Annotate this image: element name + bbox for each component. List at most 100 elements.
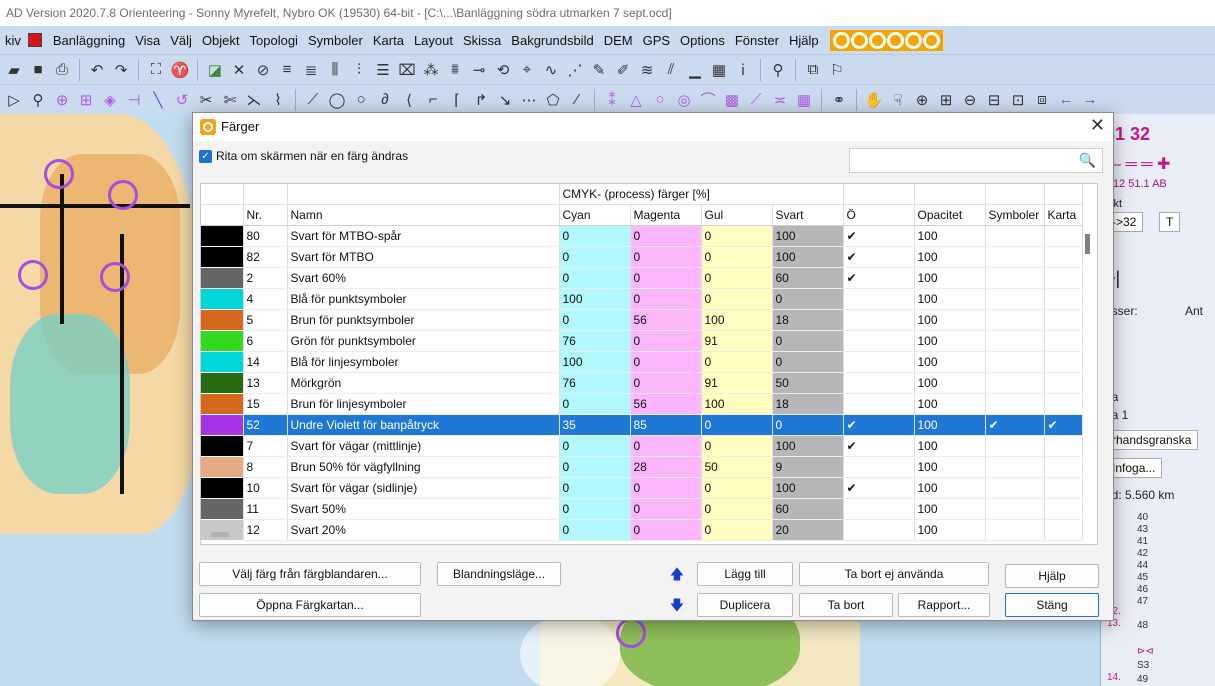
cell-overprint[interactable] [843, 456, 915, 478]
cell-symbols[interactable] [985, 351, 1045, 373]
binoculars-icon[interactable]: 🔍 [1079, 152, 1096, 169]
fill-icon[interactable]: ⁂ [421, 59, 441, 81]
vertical-scrollbar[interactable] [1085, 234, 1090, 254]
line-icon[interactable]: ⁄ [567, 89, 587, 111]
color-row[interactable]: 2 Svart 60% 0 0 0 60 ✔ 100 [201, 267, 1083, 289]
cell-nr[interactable]: 5 [243, 309, 288, 331]
color-row[interactable]: 10 Svart för vägar (sidlinje) 0 0 0 100 ✔ 100 [201, 477, 1083, 499]
check-icon[interactable]: ⊘ [253, 59, 273, 81]
cell-cyan[interactable]: 0 [559, 498, 631, 520]
cell-map[interactable] [1044, 288, 1083, 310]
connect-icon[interactable]: ⊸ [469, 59, 489, 81]
cell-name[interactable]: Grön för punktsymboler [287, 330, 560, 352]
wave-icon[interactable]: ≋ [637, 59, 657, 81]
cell-map[interactable] [1044, 309, 1083, 331]
circle-icon[interactable]: ○ [351, 89, 371, 111]
zoom-page-icon[interactable]: ⧈ [1032, 89, 1052, 111]
distribute2-icon[interactable]: ⫶ [349, 59, 369, 81]
cell-nr[interactable]: 82 [243, 246, 288, 268]
cell-nr[interactable]: 4 [243, 288, 288, 310]
cell-map[interactable] [1044, 330, 1083, 352]
report-button[interactable]: Rapport... [898, 593, 990, 617]
text-button[interactable]: T [1159, 212, 1181, 232]
cell-map[interactable] [1044, 393, 1083, 415]
cell-name[interactable]: Mörkgrön [287, 372, 560, 394]
cell-opacity[interactable]: 100 [914, 519, 986, 541]
open-color-map-button[interactable]: Öppna Färgkartan... [199, 593, 421, 617]
redo-icon[interactable]: ↷ [111, 59, 131, 81]
cell-magenta[interactable]: 0 [630, 372, 702, 394]
open-icon[interactable]: ▰ [4, 59, 24, 81]
control-circle-icon[interactable] [44, 159, 74, 189]
close-button[interactable]: Stäng [1005, 593, 1099, 617]
control-number[interactable]: 44 [1137, 560, 1148, 571]
cell-cyan[interactable]: 0 [559, 435, 631, 457]
align-center-icon[interactable]: ≣ [301, 59, 321, 81]
cell-map[interactable] [1044, 477, 1083, 499]
cell-cyan[interactable]: 0 [559, 225, 631, 247]
forbidden-area-icon[interactable]: ▩ [722, 89, 742, 111]
redraw-checkbox[interactable]: ✓ [199, 149, 212, 163]
blend-mode-button[interactable]: Blandningsläge... [437, 562, 561, 586]
layers-icon[interactable]: ⧉ [803, 59, 823, 81]
control-circle-icon[interactable]: ○ [650, 89, 670, 111]
cell-opacity[interactable]: 100 [914, 309, 986, 331]
cell-yellow[interactable]: 100 [701, 393, 773, 415]
color-row[interactable]: 52 Undre Violett för banpåtryck 35 85 0 0 ✔ 100… [201, 414, 1083, 436]
color-swatch[interactable] [201, 309, 244, 331]
redraw-option[interactable]: ✓ Rita om skärmen när en färg ändras [199, 149, 408, 163]
measure-icon[interactable]: ⌖ [517, 59, 537, 81]
control-icon[interactable]: ⊕ [52, 89, 72, 111]
menu-file[interactable]: kiv [0, 33, 26, 48]
header-cyan[interactable]: Cyan [559, 204, 631, 226]
cell-magenta[interactable]: 0 [630, 267, 702, 289]
merge-icon[interactable]: ⋋ [244, 89, 264, 111]
hatch-icon[interactable]: ⩩ [445, 59, 465, 81]
menu-course-setting[interactable]: Banläggning [48, 33, 130, 48]
cell-black[interactable]: 100 [772, 435, 844, 457]
menu-help[interactable]: Hjälp [784, 33, 824, 48]
menu-sketch[interactable]: Skissa [458, 33, 506, 48]
rectangular-icon[interactable]: ⌈ [447, 89, 467, 111]
cell-yellow[interactable]: 91 [701, 372, 773, 394]
brush-icon[interactable]: ✐ [613, 59, 633, 81]
menu-background-map[interactable]: Bakgrundsbild [506, 33, 598, 48]
cell-symbols[interactable] [985, 519, 1045, 541]
control2-icon[interactable]: ⊞ [76, 89, 96, 111]
align-left-icon[interactable]: ≡ [277, 59, 297, 81]
header-nr[interactable]: Nr. [243, 204, 288, 226]
cell-cyan[interactable]: 0 [559, 309, 631, 331]
course-setting-flag-icon[interactable] [27, 33, 42, 47]
zoom-in-icon[interactable]: ⊕ [912, 89, 932, 111]
cell-yellow[interactable]: 50 [701, 456, 773, 478]
cell-cyan[interactable]: 76 [559, 330, 631, 352]
control-number[interactable]: 45 [1137, 572, 1148, 583]
cell-black[interactable]: 0 [772, 288, 844, 310]
add-button[interactable]: Lägg till [697, 562, 793, 586]
cell-cyan[interactable]: 0 [559, 393, 631, 415]
cell-cyan[interactable]: 0 [559, 477, 631, 499]
color-swatch[interactable] [201, 267, 244, 289]
control-circle-icon[interactable] [100, 262, 130, 292]
cell-opacity[interactable]: 100 [914, 288, 986, 310]
cell-opacity[interactable]: 100 [914, 330, 986, 352]
header-black[interactable]: Svart [772, 204, 844, 226]
control-number[interactable]: 42 [1137, 548, 1148, 559]
cell-symbols[interactable] [985, 498, 1045, 520]
zoom-window-icon[interactable]: ⊞ [936, 89, 956, 111]
pen-icon[interactable]: ✎ [589, 59, 609, 81]
pointer-icon[interactable]: ▷ [4, 89, 24, 111]
class-tabs[interactable]: H12 51.1 AB [1105, 178, 1167, 190]
cell-opacity[interactable]: 100 [914, 393, 986, 415]
cell-magenta[interactable]: 0 [630, 330, 702, 352]
cell-opacity[interactable]: 100 [914, 498, 986, 520]
cell-nr[interactable]: 14 [243, 351, 288, 373]
remove-button[interactable]: Ta bort [799, 593, 893, 617]
undo-icon[interactable]: ↶ [87, 59, 107, 81]
forward-arrow-icon[interactable]: → [1080, 89, 1100, 111]
color-search-input[interactable]: 🔍 [849, 148, 1103, 173]
cell-magenta[interactable]: 0 [630, 246, 702, 268]
cell-nr[interactable]: 8 [243, 456, 288, 478]
cell-overprint[interactable] [843, 393, 915, 415]
color-swatch[interactable] [201, 351, 244, 373]
